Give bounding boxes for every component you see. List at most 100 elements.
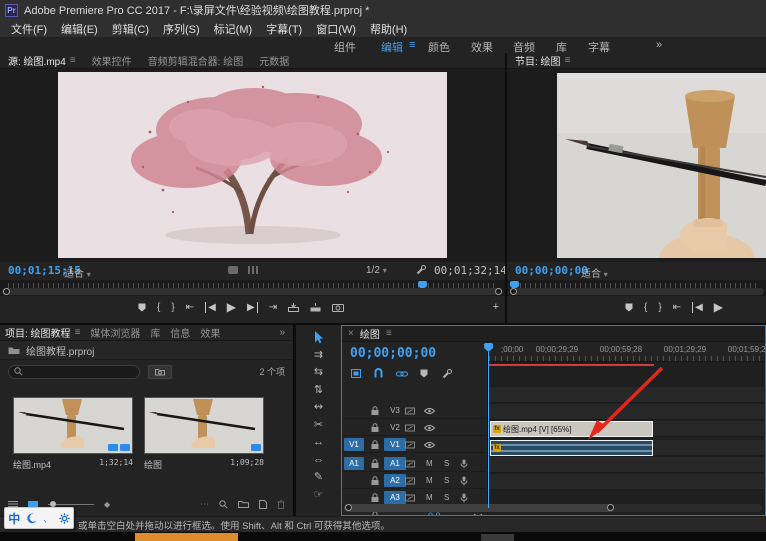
lock-icon[interactable] xyxy=(371,493,379,503)
step-back-icon[interactable]: ◀ xyxy=(692,302,703,313)
new-bin-icon[interactable] xyxy=(238,500,249,508)
ime-language-button[interactable]: 中 xyxy=(8,510,20,527)
search-input[interactable] xyxy=(27,367,134,377)
sync-lock-icon[interactable] xyxy=(405,424,415,432)
project-tabs-overflow-icon[interactable]: » xyxy=(271,325,293,341)
tab-effects[interactable]: 效果 xyxy=(195,325,225,341)
tab-program[interactable]: 节目: 绘图 ≡ xyxy=(507,53,578,69)
program-scroll-track[interactable] xyxy=(509,288,764,295)
lock-icon[interactable] xyxy=(371,423,379,433)
track-output-eye-icon[interactable] xyxy=(424,407,435,415)
ime-settings-gear-icon[interactable] xyxy=(59,513,70,524)
source-scroll-track[interactable] xyxy=(2,288,503,295)
program-zoom-handle-left[interactable] xyxy=(510,288,517,295)
menu-window[interactable]: 窗口(W) xyxy=(309,21,363,37)
pen-tool[interactable]: ✎ xyxy=(314,471,323,484)
slip-tool[interactable]: ↔ xyxy=(313,436,324,449)
ripple-edit-tool[interactable]: ⇆ xyxy=(314,366,323,379)
mute-button[interactable]: M xyxy=(426,493,433,502)
sync-lock-icon[interactable] xyxy=(405,460,415,468)
ime-moon-icon[interactable] xyxy=(27,513,37,524)
source-zoom-handle-right[interactable] xyxy=(495,288,502,295)
step-back-icon[interactable]: ◀ xyxy=(205,302,216,313)
tab-metadata[interactable]: 元数据 xyxy=(251,53,297,69)
track-output-eye-icon[interactable] xyxy=(424,424,435,432)
automate-to-sequence-icon[interactable]: ◆ xyxy=(104,500,110,509)
lock-icon[interactable] xyxy=(371,406,379,416)
menu-clip[interactable]: 剪辑(C) xyxy=(105,21,156,37)
mark-out-icon[interactable]: } xyxy=(171,302,174,313)
program-fit-select[interactable]: 适合 ▾ xyxy=(581,265,608,280)
solo-button[interactable]: S xyxy=(444,459,449,468)
ime-punctuation-button[interactable]: 、 xyxy=(43,512,52,525)
panel-menu-icon[interactable]: ≡ xyxy=(565,55,571,66)
close-icon[interactable]: × xyxy=(348,328,354,339)
project-breadcrumb[interactable]: 绘图教程.prproj xyxy=(0,341,293,360)
nest-insert-icon[interactable] xyxy=(351,369,361,378)
sync-lock-icon[interactable] xyxy=(405,494,415,502)
menu-title[interactable]: 字幕(T) xyxy=(259,21,309,37)
playback-resolution-select[interactable]: 1/2 ▾ xyxy=(366,265,387,276)
track-lane-a2[interactable] xyxy=(489,457,764,473)
tab-source[interactable]: 源: 绘图.mp4 ≡ xyxy=(0,53,84,69)
menu-marker[interactable]: 标记(M) xyxy=(207,21,260,37)
sync-lock-icon[interactable] xyxy=(405,441,415,449)
panel-menu-icon[interactable]: ≡ xyxy=(386,328,392,339)
tab-libraries[interactable]: 库 xyxy=(145,325,165,341)
track-lane-v2[interactable] xyxy=(489,404,764,420)
go-to-in-icon[interactable]: ⇤ xyxy=(673,302,681,313)
source-video-stage[interactable] xyxy=(0,69,505,262)
sequence-name[interactable]: 绘图 xyxy=(144,458,162,471)
sequence-thumbnail[interactable] xyxy=(144,397,264,454)
project-sequence-card[interactable]: 绘图 1;09;28 xyxy=(144,397,264,471)
mute-button[interactable]: M xyxy=(426,459,433,468)
timeline-current-timecode[interactable]: 00;00;00;00 xyxy=(350,346,436,361)
track-output-eye-icon[interactable] xyxy=(424,441,435,449)
mark-in-icon[interactable]: { xyxy=(157,302,160,313)
timeline-playhead-line[interactable] xyxy=(488,352,489,508)
add-marker-icon[interactable] xyxy=(138,303,146,312)
razor-tool[interactable]: ✂ xyxy=(314,419,323,432)
menu-help[interactable]: 帮助(H) xyxy=(363,21,414,37)
taskbar-app[interactable] xyxy=(481,534,514,541)
track-label-a1[interactable]: A1 xyxy=(384,457,406,470)
track-label-a3[interactable]: A3 xyxy=(384,491,406,504)
linked-selection-icon[interactable] xyxy=(396,370,408,378)
button-editor-icon[interactable] xyxy=(248,266,260,274)
solo-button[interactable]: S xyxy=(444,476,449,485)
track-label-v1[interactable]: V1 xyxy=(384,438,406,451)
program-scrub-bar[interactable] xyxy=(507,280,766,296)
program-current-timecode[interactable]: 00;00;00;00 xyxy=(515,264,588,277)
rate-stretch-tool[interactable]: ↭ xyxy=(314,401,323,414)
solo-button[interactable]: S xyxy=(444,493,449,502)
rolling-edit-tool[interactable]: ⇅ xyxy=(314,384,323,397)
overwrite-icon[interactable] xyxy=(310,303,321,312)
source-zoom-handle-left[interactable] xyxy=(3,288,10,295)
panel-menu-icon[interactable]: ≡ xyxy=(75,327,81,338)
lock-icon[interactable] xyxy=(371,476,379,486)
source-patch-a1[interactable]: A1 xyxy=(344,457,364,470)
clip-name[interactable]: 绘图.mp4 xyxy=(13,458,51,471)
hand-tool[interactable]: ☞ xyxy=(314,489,324,502)
export-frame-icon[interactable] xyxy=(332,303,344,312)
menu-sequence[interactable]: 序列(S) xyxy=(156,21,207,37)
mark-out-icon[interactable]: } xyxy=(658,302,661,313)
step-forward-icon[interactable]: ▶ xyxy=(247,302,258,313)
track-label-v2[interactable]: V2 xyxy=(384,421,406,434)
tab-project[interactable]: 项目: 绘图教程 ≡ xyxy=(0,325,85,341)
project-clip-card[interactable]: 绘图.mp4 1;32;14 xyxy=(13,397,133,471)
sync-lock-icon[interactable] xyxy=(405,477,415,485)
sync-lock-icon[interactable] xyxy=(405,407,415,415)
panel-menu-icon[interactable]: ≡ xyxy=(70,55,76,66)
source-fit-select[interactable]: 适合 ▾ xyxy=(64,265,91,280)
voiceover-mic-icon[interactable] xyxy=(460,459,468,469)
add-button-icon[interactable]: + xyxy=(493,301,499,313)
play-icon[interactable]: ▶ xyxy=(227,300,236,314)
timeline-scrollbar-range[interactable] xyxy=(344,504,614,512)
timeline-zoom-handle-left[interactable] xyxy=(345,504,352,511)
search-box[interactable] xyxy=(8,365,140,379)
timeline-scrollbar[interactable] xyxy=(344,504,762,512)
lock-icon[interactable] xyxy=(371,459,379,469)
settings-icon[interactable] xyxy=(228,266,238,274)
timeline-audio-clip[interactable]: fx xyxy=(490,440,653,456)
